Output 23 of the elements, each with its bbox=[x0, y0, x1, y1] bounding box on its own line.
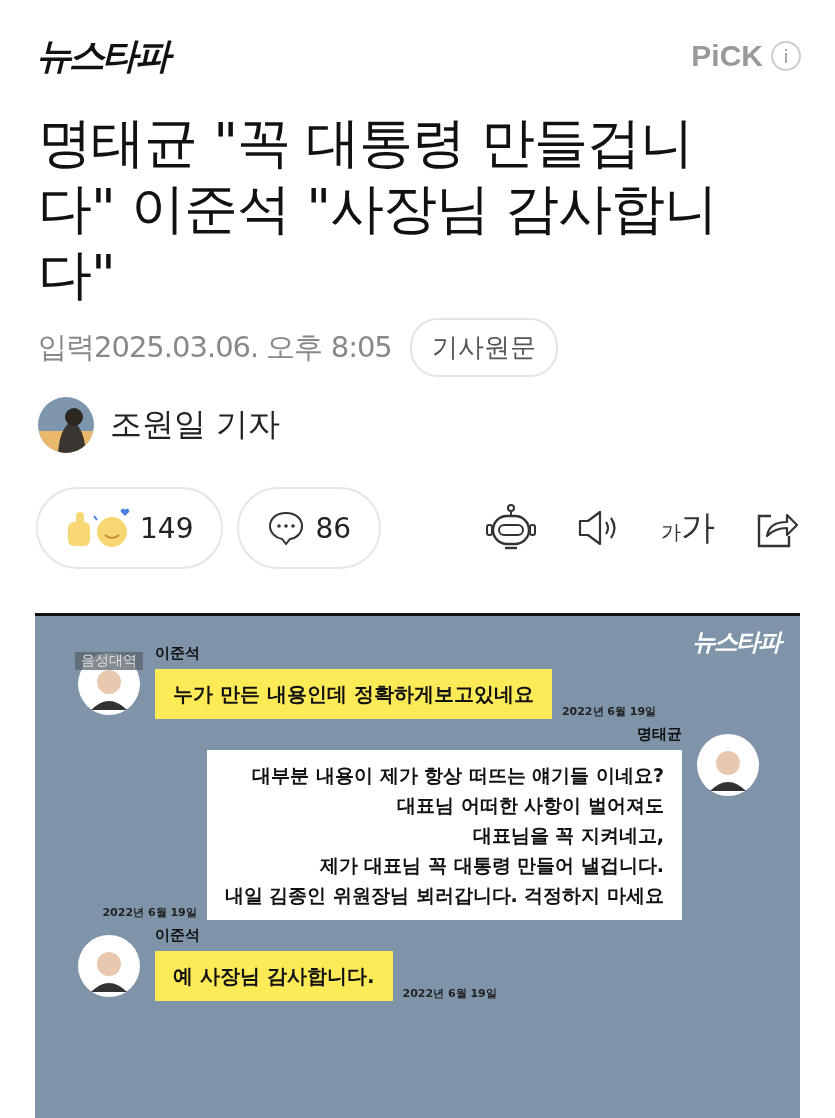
comment-icon bbox=[267, 509, 306, 547]
message-date: 2022년 6월 19일 bbox=[102, 905, 197, 920]
author-avatar bbox=[38, 397, 94, 453]
person-avatar bbox=[77, 934, 141, 998]
person-avatar bbox=[696, 733, 760, 797]
font-size-button[interactable]: 가가 bbox=[661, 505, 715, 551]
comment-button[interactable]: 86 bbox=[237, 487, 382, 569]
message-date: 2022년 6월 19일 bbox=[402, 986, 497, 1001]
sender-name: 이준석 bbox=[155, 644, 200, 663]
message-bubble: 대부분 내용이 제가 항상 떠뜨는 얘기들 이네요? 대표님 어떠한 사항이 벌어져도 대표님을 꼭 지켜네고, 제가 대표님 꼭 대통령 만들어 낼겁니다. 내일 김종인 위원장님 뵈러갑니다. 걱정하지 마세요 bbox=[206, 750, 682, 920]
pick-label: PiCK bbox=[691, 39, 763, 73]
message-bubble: 예 사장님 감사합니다. bbox=[155, 951, 393, 1001]
sender-name: 명태균 bbox=[637, 725, 682, 744]
publish-date: 입력2025.03.06. 오후 8:05 bbox=[38, 328, 392, 366]
author-name[interactable]: 조원일 기자 bbox=[110, 403, 281, 447]
article-title: 명태균 "꼭 대통령 만들겁니다" 이준석 "사장님 감사합니다" bbox=[38, 110, 719, 308]
message-bubble: 누가 만든 내용인데 정확하게보고있네요 bbox=[155, 669, 552, 719]
voice-dub-tag: 음성대역 bbox=[75, 652, 143, 670]
reaction-button[interactable]: 149 bbox=[36, 487, 224, 569]
original-article-link[interactable]: 기사원문 bbox=[409, 318, 558, 377]
message-date: 2022년 6월 19일 bbox=[561, 704, 657, 719]
reaction-emoji-icon bbox=[66, 508, 130, 548]
sender-name: 이준석 bbox=[155, 926, 200, 945]
